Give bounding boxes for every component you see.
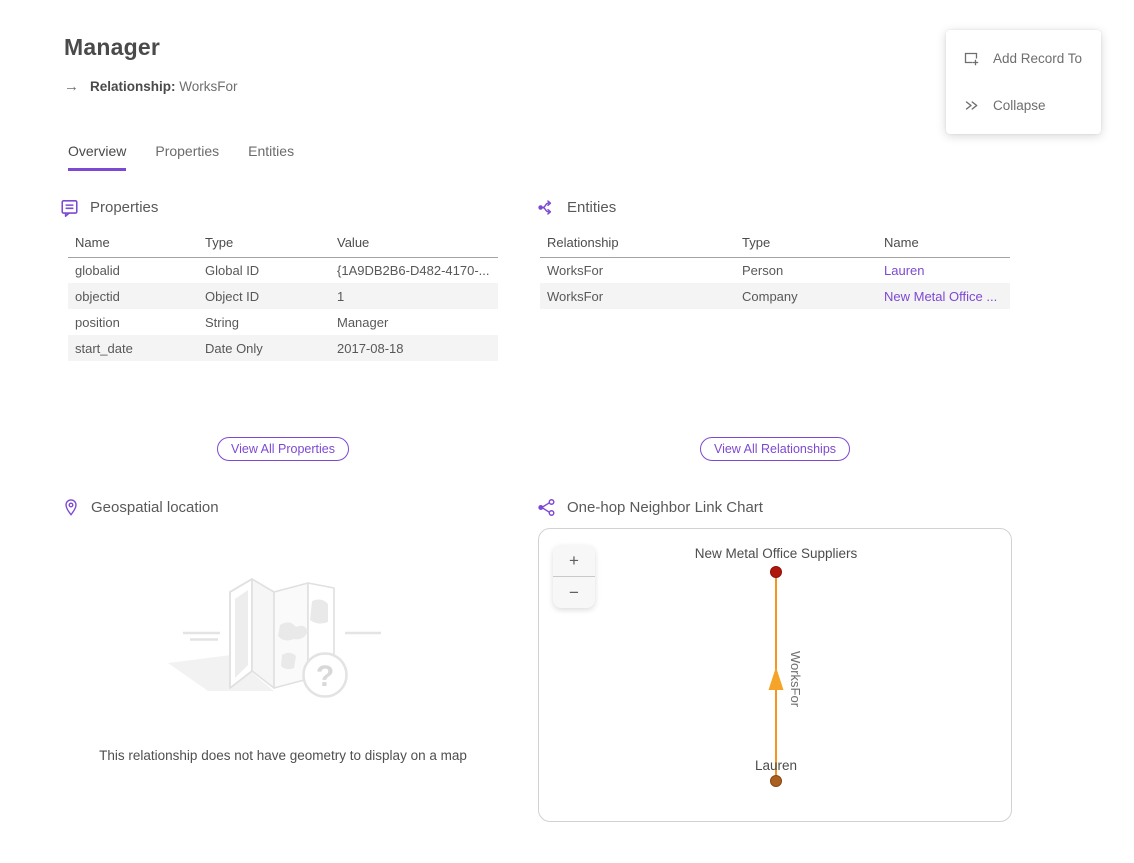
tab-bar: Overview Properties Entities <box>68 143 294 171</box>
column-header: Name <box>68 229 198 257</box>
table-cell: Manager <box>330 309 498 335</box>
column-header: Type <box>198 229 330 257</box>
right-arrow-icon: → <box>64 78 79 95</box>
table-cell: start_date <box>68 335 198 361</box>
table-cell: Date Only <box>198 335 330 361</box>
column-header: Relationship <box>540 229 735 257</box>
tab-properties[interactable]: Properties <box>155 143 219 171</box>
column-header: Type <box>735 229 877 257</box>
add-record-icon <box>963 50 980 67</box>
chart-node-person[interactable] <box>771 776 782 787</box>
table-cell: Lauren <box>877 257 1010 283</box>
table-cell: Object ID <box>198 283 330 309</box>
link-chart-section-header: One-hop Neighbor Link Chart <box>537 498 763 517</box>
table-cell: String <box>198 309 330 335</box>
relationship-label: Relationship: <box>90 79 176 94</box>
view-all-properties-button[interactable]: View All Properties <box>217 437 349 461</box>
table-cell: New Metal Office ... <box>877 283 1010 309</box>
tab-entities[interactable]: Entities <box>248 143 294 171</box>
node-label-company: New Metal Office Suppliers <box>695 546 858 561</box>
pin-icon <box>62 498 80 517</box>
no-geometry-message: This relationship does not have geometry… <box>48 748 518 763</box>
table-row: WorksForPerson Lauren <box>540 257 1010 283</box>
edge-arrowhead <box>769 667 784 690</box>
geospatial-section-header: Geospatial location <box>62 498 219 517</box>
table-cell: {1A9DB2B6-D482-4170-... <box>330 257 498 283</box>
edge-label: WorksFor <box>788 651 803 708</box>
entities-table: Relationship Type Name WorksForPerson Lau… <box>540 229 1010 309</box>
link-chart-section-title: One-hop Neighbor Link Chart <box>567 499 763 516</box>
properties-table: Name Type Value globalidGlobal ID{1A9DB2… <box>68 229 498 361</box>
relationship-value: WorksFor <box>179 79 237 94</box>
entity-link[interactable]: New Metal Office ... <box>884 289 997 304</box>
table-cell: Global ID <box>198 257 330 283</box>
context-menu: Add Record To Collapse <box>946 30 1101 134</box>
relationship-icon <box>537 198 556 217</box>
menu-item-label: Add Record To <box>993 51 1082 66</box>
entities-section-title: Entities <box>567 199 616 216</box>
properties-section-title: Properties <box>90 199 158 216</box>
table-cell: objectid <box>68 283 198 309</box>
column-header: Value <box>330 229 498 257</box>
table-cell: position <box>68 309 198 335</box>
relationship-detail-page: Manager → Relationship: WorksFor Add Rec… <box>0 0 1134 863</box>
zoom-out-button[interactable]: − <box>553 577 595 608</box>
column-header: Name <box>877 229 1010 257</box>
geospatial-section-title: Geospatial location <box>91 499 219 516</box>
table-cell: WorksFor <box>540 283 735 309</box>
breadcrumb: → Relationship: WorksFor <box>64 78 238 95</box>
view-all-relationships-button[interactable]: View All Relationships <box>700 437 850 461</box>
table-cell: 2017-08-18 <box>330 335 498 361</box>
table-row: positionStringManager <box>68 309 498 335</box>
menu-item-add-record-to[interactable]: Add Record To <box>946 35 1101 82</box>
table-cell: Company <box>735 283 877 309</box>
link-chart-canvas[interactable]: WorksFor New Metal Office Suppliers Laur… <box>538 528 1012 822</box>
zoom-in-button[interactable]: + <box>553 545 595 576</box>
properties-section-header: Properties <box>60 198 158 217</box>
node-label-person: Lauren <box>755 758 797 773</box>
table-row: globalidGlobal ID{1A9DB2B6-D482-4170-... <box>68 257 498 283</box>
table-cell: WorksFor <box>540 257 735 283</box>
table-row: objectidObject ID1 <box>68 283 498 309</box>
svg-text:?: ? <box>316 660 334 693</box>
menu-item-collapse[interactable]: Collapse <box>946 82 1101 129</box>
table-cell: globalid <box>68 257 198 283</box>
zoom-control: + − <box>553 545 595 608</box>
table-row: WorksForCompany New Metal Office ... <box>540 283 1010 309</box>
table-header-row: Relationship Type Name <box>540 229 1010 257</box>
page-title: Manager <box>64 34 160 61</box>
menu-item-label: Collapse <box>993 98 1046 113</box>
map-placeholder-illustration: ? <box>68 555 498 735</box>
entities-section-header: Entities <box>537 198 616 217</box>
collapse-icon <box>963 97 980 114</box>
entity-link[interactable]: Lauren <box>884 263 924 278</box>
tab-overview[interactable]: Overview <box>68 143 126 171</box>
chart-node-company[interactable] <box>771 567 782 578</box>
note-icon <box>60 198 79 217</box>
table-row: start_dateDate Only2017-08-18 <box>68 335 498 361</box>
link-chart-icon <box>537 498 556 517</box>
table-cell: Person <box>735 257 877 283</box>
table-cell: 1 <box>330 283 498 309</box>
table-header-row: Name Type Value <box>68 229 498 257</box>
